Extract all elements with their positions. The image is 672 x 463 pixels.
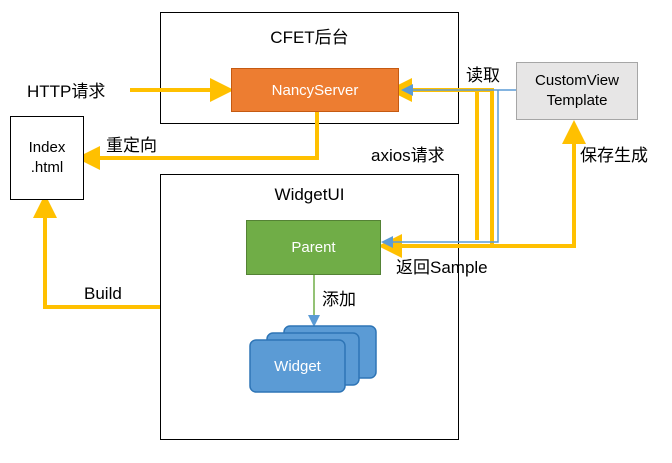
build-label: Build xyxy=(84,284,122,303)
blue-return-line xyxy=(381,90,499,248)
read-label: 读取 xyxy=(466,66,500,85)
axios-request-label: axios请求 xyxy=(371,146,445,165)
custom-view-template-box: CustomView Template xyxy=(516,62,638,120)
nancy-server-label: NancyServer xyxy=(271,81,359,99)
http-request-label: HTTP请求 xyxy=(27,82,106,101)
add-label: 添加 xyxy=(322,290,356,309)
index-html-line2: .html xyxy=(30,159,64,176)
index-html-line1: Index xyxy=(28,139,66,156)
save-generate-label: 保存生成 xyxy=(580,146,648,165)
nancy-server-box: NancyServer xyxy=(231,68,399,112)
custom-view-template-line1: CustomView xyxy=(535,72,619,89)
parent-box: Parent xyxy=(246,220,381,275)
index-html-box: Index .html xyxy=(10,116,84,200)
redirect-label: 重定向 xyxy=(106,136,157,155)
return-sample-label: 返回Sample xyxy=(396,258,488,277)
parent-label: Parent xyxy=(291,239,336,256)
widget-label-box: Widget xyxy=(250,340,345,392)
widget-label: Widget xyxy=(274,357,321,375)
custom-view-template-line2: Template xyxy=(546,92,608,109)
